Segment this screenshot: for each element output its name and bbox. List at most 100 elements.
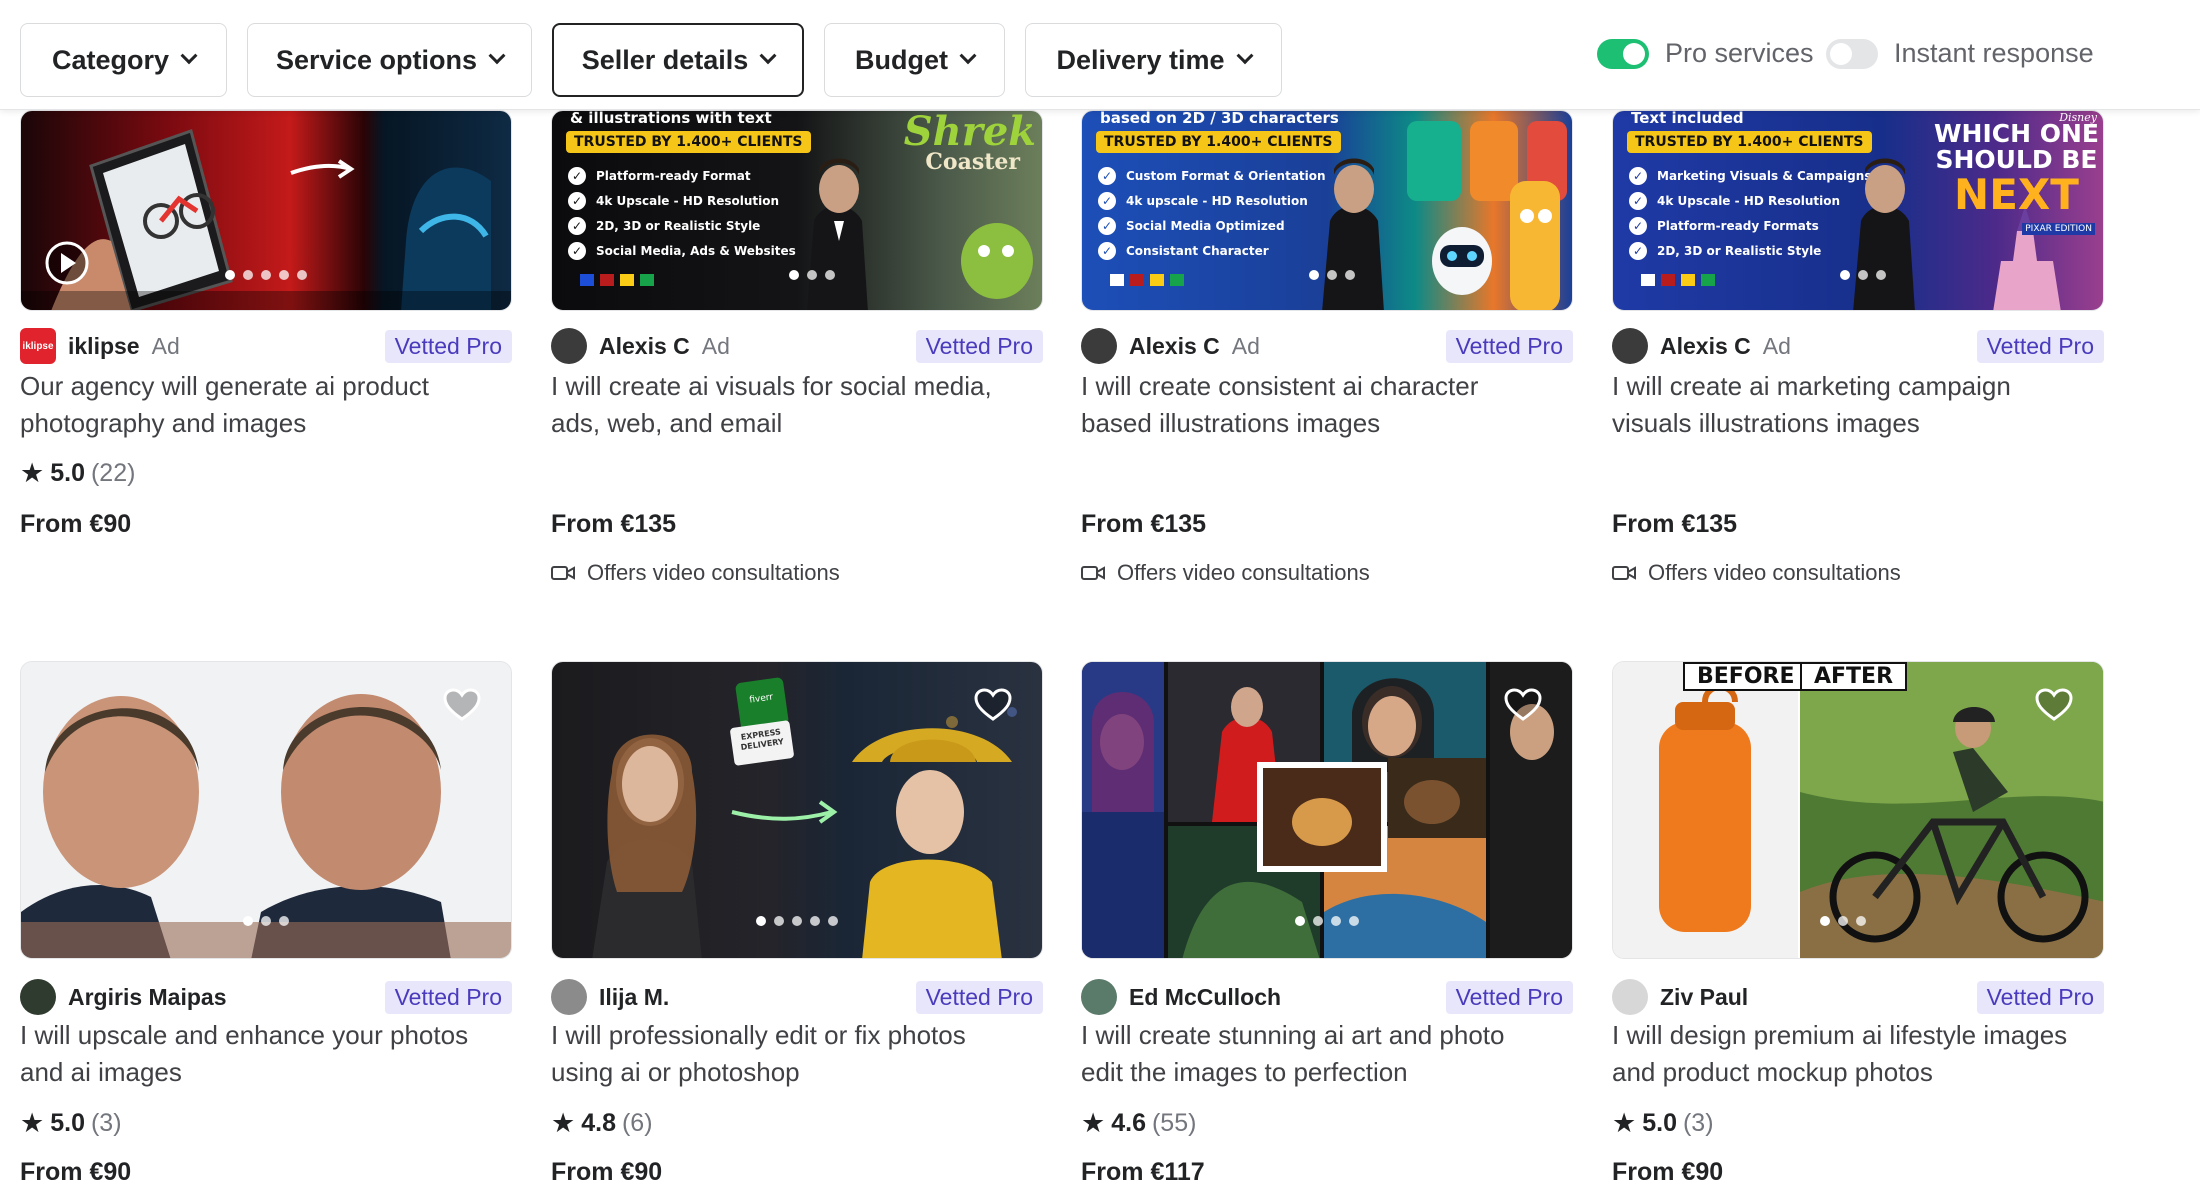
category-filter-button[interactable]: Category (20, 23, 227, 97)
gig-thumbnail[interactable]: Text included TRUSTED BY 1.400+ CLIENTS … (1612, 110, 2104, 311)
instant-response-toggle[interactable] (1826, 38, 1878, 69)
gig-title[interactable]: I will design premium ai lifestyle image… (1612, 1017, 2102, 1091)
gig-thumbnail[interactable] (1081, 661, 1573, 959)
gig-title[interactable]: Our agency will generate ai product phot… (20, 368, 510, 442)
favorite-heart-icon[interactable] (443, 688, 481, 722)
gig-title[interactable]: I will create ai visuals for social medi… (551, 368, 1041, 442)
vetted-pro-badge: Vetted Pro (915, 329, 1043, 363)
pro-services-toggle[interactable] (1597, 38, 1649, 69)
gig-title-line: I will create stunning ai art and photo (1081, 1020, 1505, 1050)
gig-title-line: based illustrations images (1081, 408, 1381, 438)
star-icon: ★ (1612, 1108, 1637, 1138)
rating-score: 5.0 (50, 1109, 85, 1137)
gig-thumbnail[interactable]: & illustrations with text TRUSTED BY 1.4… (551, 110, 1043, 311)
seller-avatar[interactable] (20, 979, 56, 1015)
gig-card[interactable]: based on 2D / 3D characters TRUSTED BY 1… (1081, 110, 1573, 590)
rating: ★ 5.0 (3) (20, 1108, 122, 1139)
brand-sublabel: PIXAR EDITION (2022, 223, 2095, 235)
vetted-pro-badge: Vetted Pro (384, 329, 512, 363)
carousel-dots[interactable] (1840, 270, 1886, 280)
rating-count: (3) (90, 1109, 122, 1137)
carousel-dots[interactable] (225, 270, 307, 280)
seller-avatar[interactable] (551, 979, 587, 1015)
instant-response-label: Instant response (1894, 38, 2094, 68)
chevron-down-icon (488, 47, 506, 65)
gig-card[interactable]: Text included TRUSTED BY 1.400+ CLIENTS … (1612, 110, 2104, 590)
gig-thumbnail[interactable]: based on 2D / 3D characters TRUSTED BY 1… (1081, 110, 1573, 311)
gig-thumbnail[interactable] (20, 661, 512, 959)
gig-title-line: ads, web, and email (551, 408, 783, 438)
seller-name[interactable]: Argiris Maipas (68, 984, 227, 1011)
seller-row: iklipse iklipse Ad Vetted Pro (20, 328, 512, 364)
seller-avatar[interactable]: iklipse (20, 328, 56, 364)
gig-card[interactable]: Ed McCulloch Vetted Pro I will create st… (1081, 661, 1573, 1201)
rating: ★ 5.0 (3) (1612, 1108, 1714, 1139)
rating-count: (6) (621, 1109, 653, 1137)
carousel-dots[interactable] (243, 916, 289, 926)
carousel-dots[interactable] (1295, 916, 1359, 926)
before-after-art (1613, 662, 2103, 958)
favorite-heart-icon[interactable] (1504, 688, 1542, 722)
star-icon: ★ (551, 1108, 576, 1138)
rating: ★ 5.0 (22) (20, 458, 135, 489)
video-camera-icon (551, 566, 575, 580)
seller-name[interactable]: Ziv Paul (1660, 984, 1748, 1011)
gig-card[interactable]: BEFORE AFTER Ziv Paul Vetted Pro I will … (1612, 661, 2104, 1201)
seller-details-filter-label: Seller details (581, 44, 749, 75)
before-label: BEFORE (1683, 662, 1809, 691)
seller-row: Argiris Maipas Vetted Pro (20, 979, 512, 1015)
gig-thumbnail[interactable]: fiverr EXPRESS DELIVERY (551, 661, 1043, 959)
favorite-heart-icon[interactable] (974, 688, 1012, 722)
seller-details-filter-button[interactable]: Seller details (552, 23, 804, 97)
gig-title-line: I will create ai marketing campaign (1612, 371, 2011, 401)
gig-title[interactable]: I will professionally edit or fix photos… (551, 1017, 1041, 1091)
video-consultation-info: Offers video consultations (1612, 560, 1901, 586)
seller-avatar[interactable] (1612, 328, 1648, 364)
favorite-heart-icon[interactable] (2035, 688, 2073, 722)
seller-row: Alexis C Ad Vetted Pro (1081, 328, 1573, 364)
seller-name[interactable]: Ed McCulloch (1129, 984, 1281, 1011)
gig-card[interactable]: fiverr EXPRESS DELIVERY Ilija M. Vetted … (551, 661, 1043, 1201)
ad-tag: Ad (151, 332, 180, 359)
seller-avatar[interactable] (1081, 328, 1117, 364)
delivery-time-filter-button[interactable]: Delivery time (1025, 23, 1282, 97)
gig-title-line: Our agency will generate ai product (20, 371, 430, 401)
chevron-down-icon (959, 47, 977, 65)
seller-row: Alexis C Ad Vetted Pro (551, 328, 1043, 364)
carousel-dots[interactable] (756, 916, 838, 926)
budget-filter-button[interactable]: Budget (824, 23, 1005, 97)
carousel-dots[interactable] (1820, 916, 1866, 926)
video-camera-icon (1612, 566, 1636, 580)
carousel-dots[interactable] (789, 270, 835, 280)
gig-title-line: I will create consistent ai character (1081, 371, 1479, 401)
rating-score: 4.8 (581, 1109, 616, 1137)
carousel-dots[interactable] (1309, 270, 1355, 280)
seller-avatar[interactable] (1081, 979, 1117, 1015)
gig-card[interactable]: Argiris Maipas Vetted Pro I will upscale… (20, 661, 512, 1201)
seller-name[interactable]: Ilija M. (599, 984, 669, 1011)
seller-avatar[interactable] (551, 328, 587, 364)
seller-name[interactable]: Alexis C (1129, 333, 1220, 360)
after-label: AFTER (1800, 662, 1908, 691)
gig-title-line: I will professionally edit or fix photos (551, 1020, 966, 1050)
rating-count: (3) (1682, 1109, 1714, 1137)
rating-score: 5.0 (50, 459, 85, 487)
gig-card[interactable]: & illustrations with text TRUSTED BY 1.4… (551, 110, 1043, 590)
gig-title[interactable]: I will create consistent ai character ba… (1081, 368, 1571, 442)
thumbnail-art (1110, 121, 1567, 310)
gig-card[interactable]: iklipse iklipse Ad Vetted Pro Our agency… (20, 110, 512, 570)
seller-name[interactable]: Alexis C (599, 333, 690, 360)
vetted-pro-badge: Vetted Pro (1976, 980, 2104, 1014)
gig-title[interactable]: I will create stunning ai art and photo … (1081, 1017, 1571, 1091)
service-options-filter-button[interactable]: Service options (247, 23, 532, 97)
gig-thumbnail[interactable] (20, 110, 512, 311)
gig-price: From €135 (551, 510, 677, 538)
seller-name[interactable]: Alexis C (1660, 333, 1751, 360)
gig-title[interactable]: I will upscale and enhance your photos a… (20, 1017, 510, 1091)
seller-avatar[interactable] (1612, 979, 1648, 1015)
gig-title-line: I will upscale and enhance your photos (20, 1020, 469, 1050)
portrait-comparison-art (21, 662, 511, 958)
gig-title[interactable]: I will create ai marketing campaign visu… (1612, 368, 2102, 442)
gig-thumbnail[interactable]: BEFORE AFTER (1612, 661, 2104, 959)
seller-name[interactable]: iklipse (68, 333, 140, 360)
